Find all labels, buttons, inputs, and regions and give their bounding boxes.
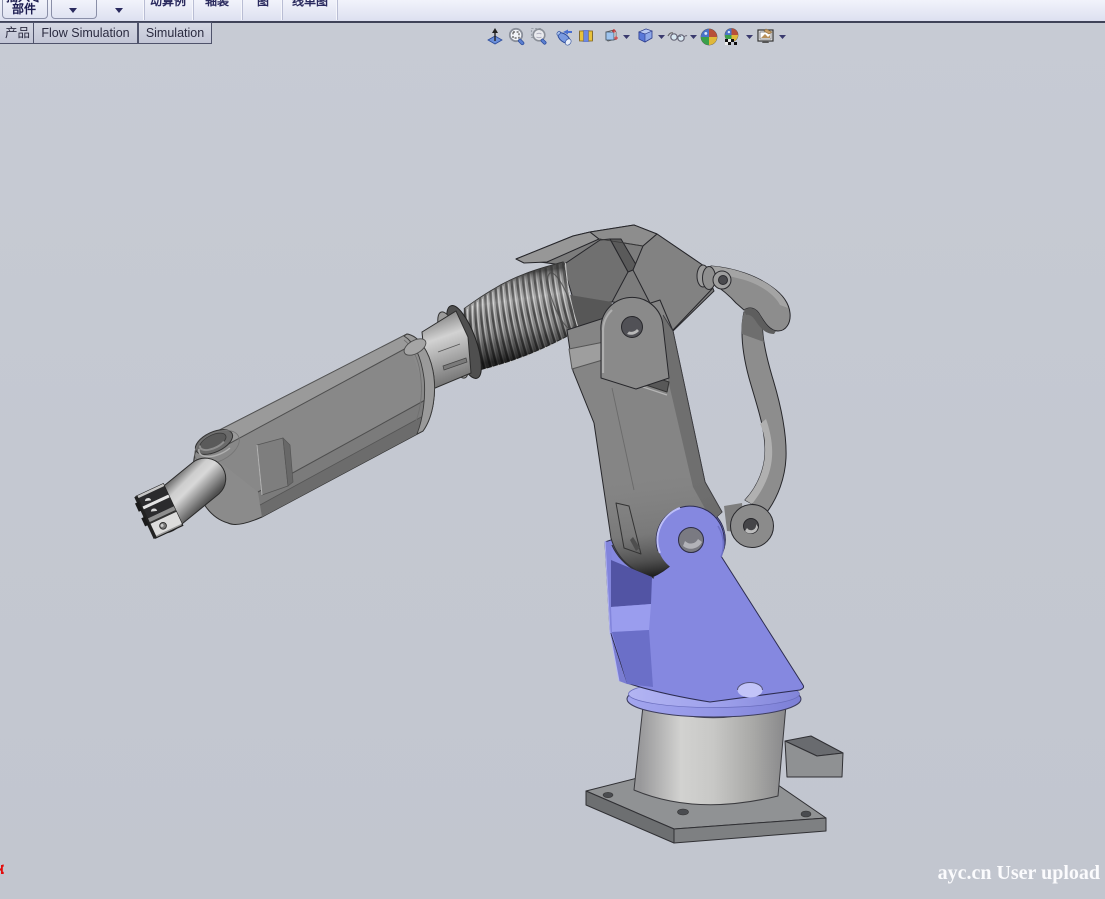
svg-text:ayc.cn User upload: ayc.cn User upload <box>938 862 1100 884</box>
